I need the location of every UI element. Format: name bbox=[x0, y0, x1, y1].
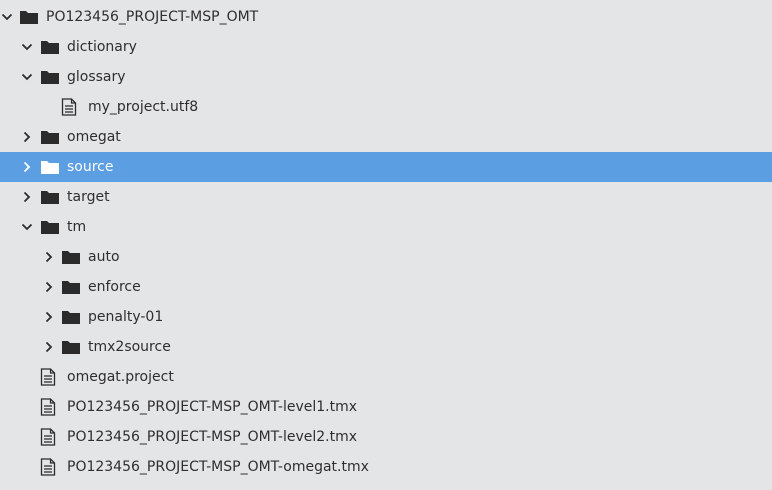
file-text-icon bbox=[40, 368, 56, 386]
tree-root-row[interactable]: PO123456_PROJECT-MSP_OMT bbox=[0, 2, 772, 32]
folder-icon bbox=[20, 11, 38, 24]
tree-item-tm[interactable]: tm bbox=[0, 212, 772, 242]
folder-icon bbox=[41, 41, 59, 54]
file-text-icon bbox=[40, 398, 56, 416]
tree-item-omegat-project[interactable]: omegat.project bbox=[0, 362, 772, 392]
folder-icon bbox=[62, 251, 80, 264]
tree-item-label: PO123456_PROJECT-MSP_OMT-level2.tmx bbox=[67, 429, 358, 445]
file-text-icon bbox=[40, 458, 56, 476]
tree-item-glossary[interactable]: glossary bbox=[0, 62, 772, 92]
folder-icon bbox=[62, 311, 80, 324]
folder-icon bbox=[62, 281, 80, 294]
tree-item-label: my_project.utf8 bbox=[88, 99, 199, 115]
tree-item-label: penalty-01 bbox=[88, 309, 164, 325]
tree-item-source[interactable]: source bbox=[0, 152, 772, 182]
chevron-right-icon[interactable] bbox=[42, 340, 56, 354]
chevron-right-icon[interactable] bbox=[42, 250, 56, 264]
chevron-down-icon[interactable] bbox=[20, 220, 34, 234]
tree-item-omegat[interactable]: omegat bbox=[0, 122, 772, 152]
tree-item-tmx2source[interactable]: tmx2source bbox=[0, 332, 772, 362]
tree-item-label: dictionary bbox=[67, 39, 137, 55]
tree-item-label: target bbox=[67, 189, 110, 205]
chevron-right-icon[interactable] bbox=[20, 190, 34, 204]
tree-item-label: omegat bbox=[67, 129, 121, 145]
chevron-down-icon[interactable] bbox=[20, 40, 34, 54]
tree-item-label: tm bbox=[67, 219, 87, 235]
tree-item-dictionary[interactable]: dictionary bbox=[0, 32, 772, 62]
tree-item-label: PO123456_PROJECT-MSP_OMT-omegat.tmx bbox=[67, 459, 369, 475]
tree-item-level2-tmx[interactable]: PO123456_PROJECT-MSP_OMT-level2.tmx bbox=[0, 422, 772, 452]
tree-item-target[interactable]: target bbox=[0, 182, 772, 212]
chevron-right-icon[interactable] bbox=[20, 160, 34, 174]
tree-item-my-project-utf8[interactable]: my_project.utf8 bbox=[0, 92, 772, 122]
folder-icon bbox=[41, 161, 59, 174]
chevron-right-icon[interactable] bbox=[42, 280, 56, 294]
folder-icon bbox=[41, 131, 59, 144]
tree-item-label: omegat.project bbox=[67, 369, 174, 385]
chevron-down-icon[interactable] bbox=[0, 10, 14, 24]
tree-item-label: enforce bbox=[88, 279, 141, 295]
file-text-icon bbox=[40, 428, 56, 446]
folder-icon bbox=[41, 71, 59, 84]
folder-icon bbox=[41, 191, 59, 204]
tree-item-label: source bbox=[67, 159, 114, 175]
tree-item-label: glossary bbox=[67, 69, 126, 85]
tree-item-label: tmx2source bbox=[88, 339, 171, 355]
file-text-icon bbox=[61, 98, 77, 116]
tree-item-omegat-tmx[interactable]: PO123456_PROJECT-MSP_OMT-omegat.tmx bbox=[0, 452, 772, 482]
tree-item-level1-tmx[interactable]: PO123456_PROJECT-MSP_OMT-level1.tmx bbox=[0, 392, 772, 422]
tree-item-label: auto bbox=[88, 249, 120, 265]
tree-item-label: PO123456_PROJECT-MSP_OMT-level1.tmx bbox=[67, 399, 358, 415]
chevron-right-icon[interactable] bbox=[42, 310, 56, 324]
chevron-right-icon[interactable] bbox=[20, 130, 34, 144]
tree-item-penalty-01[interactable]: penalty-01 bbox=[0, 302, 772, 332]
tree-root-label: PO123456_PROJECT-MSP_OMT bbox=[46, 9, 259, 25]
folder-icon bbox=[41, 221, 59, 234]
file-tree: PO123456_PROJECT-MSP_OMT dictionary glos… bbox=[0, 0, 772, 490]
folder-icon bbox=[62, 341, 80, 354]
tree-item-auto[interactable]: auto bbox=[0, 242, 772, 272]
tree-item-enforce[interactable]: enforce bbox=[0, 272, 772, 302]
chevron-down-icon[interactable] bbox=[20, 70, 34, 84]
